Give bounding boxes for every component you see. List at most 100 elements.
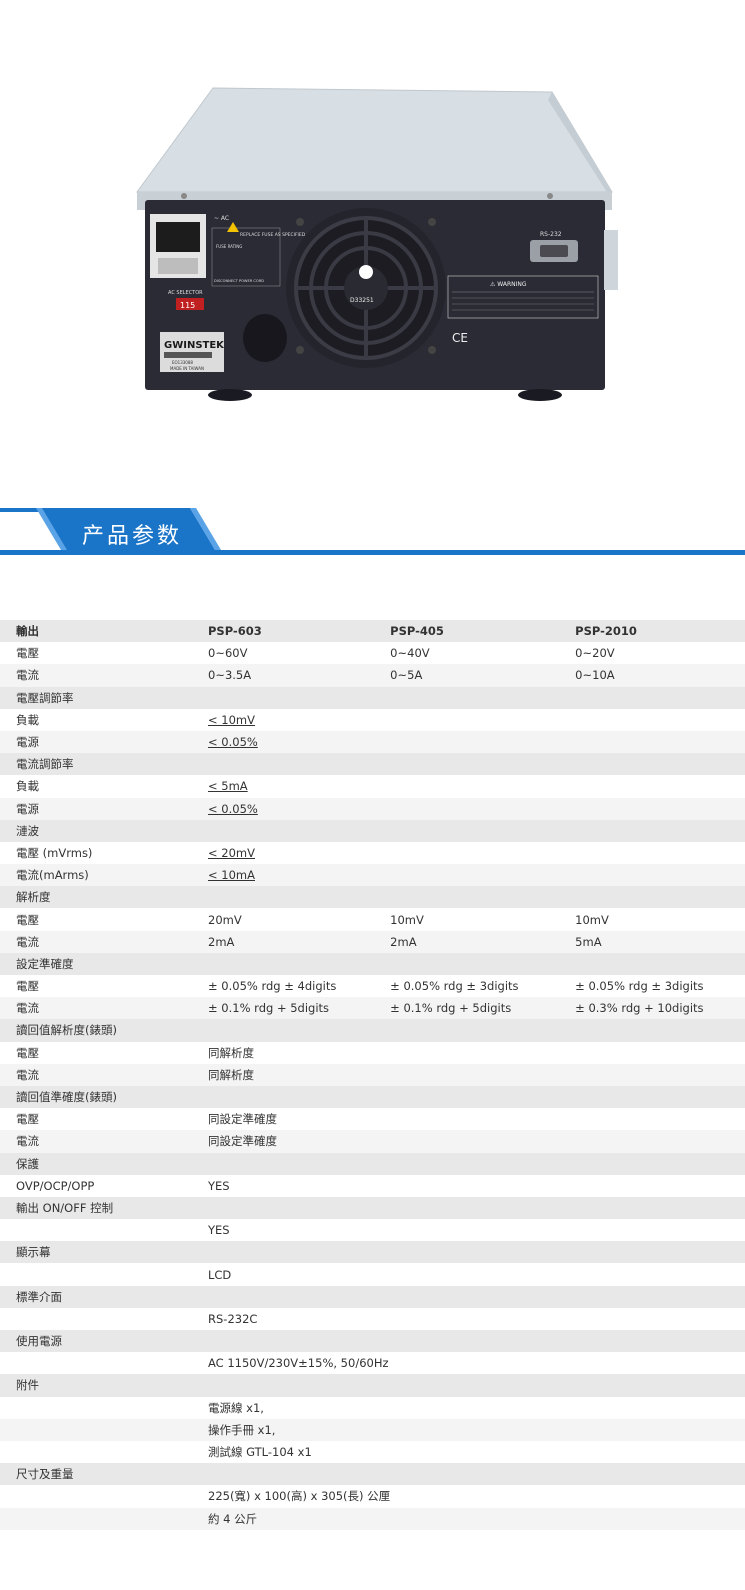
table-cell: 5mA — [575, 930, 745, 953]
table-cell: 同設定準確度 — [208, 1130, 391, 1153]
table-cell: PSP-405 — [390, 620, 576, 643]
table-cell — [575, 1152, 745, 1175]
table-cell: 2mA — [208, 930, 391, 953]
table-cell — [390, 1085, 576, 1109]
table-row: OVP/OCP/OPP YES — [0, 1175, 745, 1197]
table-cell: 讀回值解析度(錶頭) — [0, 1019, 208, 1042]
table-row: 電壓 ± 0.05% rdg ± 4digits ± 0.05% rdg ± 3di… — [0, 975, 745, 997]
table-cell: 使用電源 — [0, 1330, 208, 1353]
table-cell — [575, 1219, 745, 1241]
table-cell — [208, 1285, 391, 1308]
table-category-row: 設定準確度 — [0, 952, 745, 975]
table-row: 電壓 0~60V 0~40V 0~20V — [0, 642, 745, 664]
svg-text:MADE IN TAIWAN: MADE IN TAIWAN — [170, 366, 204, 371]
table-cell — [0, 1418, 208, 1441]
table-cell: 附件 — [0, 1374, 208, 1397]
table-cell: < 0.05% — [208, 730, 391, 754]
table-category-row: 解析度 — [0, 886, 745, 909]
table-cell: 輸出 ON/OFF 控制 — [0, 1196, 208, 1220]
table-cell — [390, 1019, 576, 1042]
table-cell — [208, 1085, 391, 1109]
table-cell — [575, 753, 745, 776]
table-cell: 0~40V — [390, 646, 430, 661]
table-cell: 電源線 x1, — [208, 1400, 264, 1415]
table-cell: 電壓 — [16, 646, 39, 661]
table-row: 電源 < 0.05% — [0, 730, 745, 754]
table-category-row: 讀回值解析度(錶頭) — [0, 1019, 745, 1042]
svg-text:CE: CE — [452, 331, 468, 345]
svg-text:115: 115 — [180, 301, 195, 310]
table-row: 電壓 同解析度 — [0, 1042, 745, 1064]
table-cell — [575, 819, 745, 842]
table-cell — [390, 1175, 575, 1197]
table-cell: RS-232C — [208, 1311, 258, 1326]
table-row: 負載 < 10mV — [0, 709, 745, 731]
table-cell: < 10mA — [208, 864, 391, 887]
table-cell: ± 0.05% rdg ± 3digits — [390, 979, 519, 994]
table-cell: 電流 — [0, 664, 208, 687]
table-category-row: 讀回值準確度(錶頭) — [0, 1085, 745, 1109]
table-category-row: 電壓調節率 — [0, 686, 745, 709]
table-cell — [208, 1196, 391, 1220]
table-cell — [575, 952, 745, 975]
table-cell: 負載 — [16, 712, 39, 727]
table-cell: 0~3.5A — [208, 664, 391, 687]
table-cell — [575, 797, 745, 820]
table-cell — [575, 730, 745, 754]
table-cell — [390, 1463, 576, 1486]
product-photo: ~ AC REPLACE FUSE AS SPECIFIED FUSE RATI… — [0, 0, 745, 500]
table-row: YES — [0, 1219, 745, 1241]
table-cell: 電壓 — [16, 1045, 39, 1060]
svg-text:D33251: D33251 — [350, 297, 374, 304]
table-cell — [208, 1330, 391, 1353]
spec-table: 輸出 PSP-603 PSP-405 PSP-2010 電壓 0~60V 0~40V 0~20… — [0, 620, 745, 1530]
table-cell — [390, 952, 576, 975]
table-cell — [208, 753, 391, 776]
table-cell: < 10mV — [208, 712, 255, 727]
table-cell: 負載 — [16, 779, 39, 794]
svg-text:~ AC: ~ AC — [214, 215, 229, 222]
power-supply-rear-image: ~ AC REPLACE FUSE AS SPECIFIED FUSE RATI… — [136, 87, 618, 401]
table-cell — [390, 1219, 575, 1241]
table-cell — [575, 1196, 745, 1220]
table-cell: 保護 — [0, 1152, 208, 1175]
svg-text:DISCONNECT POWER CORD: DISCONNECT POWER CORD — [214, 279, 264, 283]
table-cell: 0~20V — [575, 646, 615, 661]
table-row: 電壓 (mVrms) < 20mV — [0, 842, 745, 864]
table-cell: PSP-603 — [208, 620, 391, 643]
table-cell — [390, 1152, 576, 1175]
table-cell — [208, 952, 391, 975]
table-cell: 電壓調節率 — [0, 686, 208, 709]
table-cell: 設定準確度 — [0, 952, 208, 975]
table-cell: 讀回值準確度(錶頭) — [0, 1085, 208, 1109]
table-cell: 電流 — [0, 930, 208, 953]
table-cell — [575, 1330, 745, 1353]
table-cell — [575, 1374, 745, 1397]
table-cell — [390, 1485, 575, 1507]
table-cell: 0~60V — [208, 646, 248, 661]
table-category-row: 漣波 — [0, 819, 745, 842]
table-cell — [390, 1108, 575, 1130]
table-cell: 10mV — [575, 912, 609, 927]
svg-text:REPLACE FUSE AS SPECIFIED: REPLACE FUSE AS SPECIFIED — [240, 232, 306, 238]
table-cell — [575, 1397, 745, 1419]
table-cell: PSP-2010 — [575, 620, 745, 643]
table-cell: 標準介面 — [0, 1285, 208, 1308]
table-cell — [575, 1241, 745, 1264]
table-cell: < 20mV — [208, 845, 255, 860]
table-row: RS-232C — [0, 1308, 745, 1330]
table-cell: ± 0.05% rdg ± 3digits — [575, 979, 704, 994]
table-cell: AC 1150V/230V±15%, 50/60Hz — [208, 1356, 389, 1371]
table-cell: ± 0.1% rdg + 5digits — [390, 997, 576, 1020]
svg-text:⚠ WARNING: ⚠ WARNING — [490, 281, 527, 288]
table-row: 電流 0~3.5A 0~5A 0~10A — [0, 664, 745, 687]
table-cell — [390, 730, 576, 754]
table-cell — [575, 1441, 745, 1463]
table-cell — [0, 1507, 208, 1530]
table-category-row: 顯示幕 — [0, 1241, 745, 1264]
table-cell — [390, 775, 575, 797]
table-row: 負載 < 5mA — [0, 775, 745, 797]
table-cell: 同解析度 — [208, 1045, 254, 1060]
table-cell — [390, 753, 576, 776]
table-cell — [575, 1019, 745, 1042]
